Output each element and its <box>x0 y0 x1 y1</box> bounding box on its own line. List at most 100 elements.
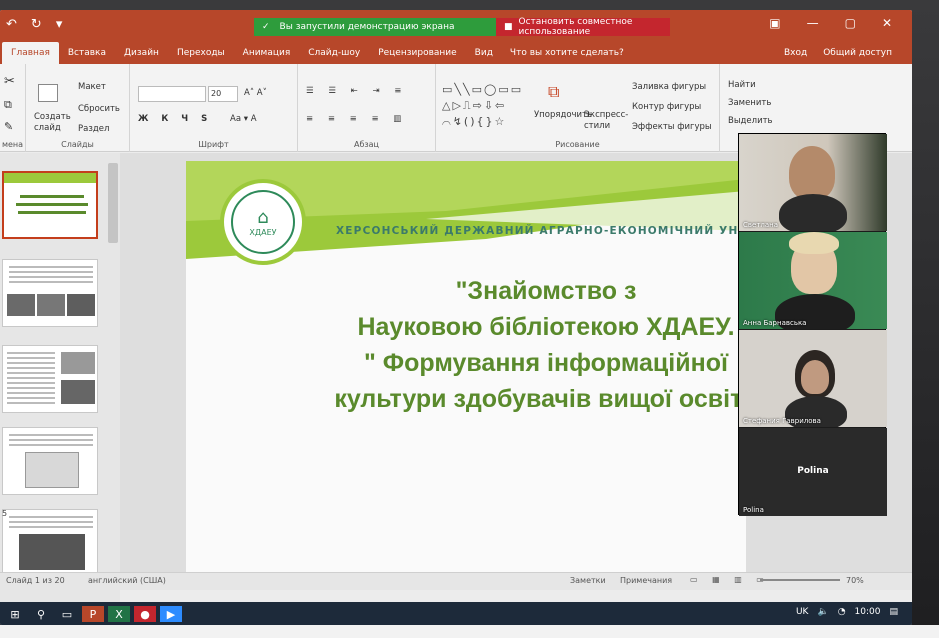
task-view-icon[interactable]: ▭ <box>56 606 78 622</box>
tab-7[interactable]: Вид <box>466 48 502 64</box>
participant-name: Стефания Гаврилова <box>743 417 821 425</box>
zoom-slider[interactable] <box>760 579 840 581</box>
language-status[interactable]: английский (США) <box>88 576 166 585</box>
desk-surface <box>0 625 939 638</box>
slide-thumbnail[interactable] <box>2 345 98 413</box>
title-line: Науковою бібліотекою ХДАЕУ. <box>357 313 735 341</box>
share-status: ✓ Вы запустили демонстрацию экрана <box>254 18 496 36</box>
window-controls: ▣ — ▢ ✕ <box>769 16 892 30</box>
thumbnails-scrollbar[interactable] <box>108 163 118 243</box>
participant-tile[interactable]: Светлана <box>739 134 887 231</box>
shapes-gallery[interactable]: ▭╲╲▭◯▭▭ △▷⎍⇨⇩⇦ ⌒↯(){}☆ <box>442 82 532 130</box>
video-call-panel: Светлана Анна Барнавська Стефания Гаврил… <box>738 133 887 516</box>
shape-effects-button[interactable]: Эффекты фигуры <box>632 122 712 132</box>
zoom-level[interactable]: 70% <box>846 576 864 585</box>
participant-placeholder-name: Polina <box>797 466 829 476</box>
close-button[interactable]: ✕ <box>882 16 892 30</box>
logo-emblem: ⌂ ХДАЕУ <box>231 190 295 254</box>
clock[interactable]: 10:00 <box>855 607 881 617</box>
tab-6[interactable]: Рецензирование <box>369 48 465 64</box>
slide-thumbnail[interactable] <box>2 171 98 239</box>
customize-icon[interactable]: ▾ <box>56 17 77 32</box>
screen-share-banner: ✓ Вы запустили демонстрацию экрана ■ Ост… <box>254 17 670 37</box>
participant-video <box>789 146 835 200</box>
tab-5[interactable]: Слайд-шоу <box>299 48 369 64</box>
list-icons[interactable]: ☰ ☰ ⇤ ⇥ ≡ <box>306 86 407 96</box>
screen: { "titlebar": { "share_started": "Вы зап… <box>0 10 912 625</box>
start-icon[interactable]: ⊞ <box>4 606 26 622</box>
language-indicator[interactable]: UK <box>796 607 809 617</box>
replace-button[interactable]: Заменить <box>728 98 771 108</box>
stop-share-button[interactable]: ■ Остановить совместное использование <box>496 17 670 37</box>
participant-name: Анна Барнавська <box>743 319 807 327</box>
search-icon[interactable]: ⚲ <box>30 606 52 622</box>
clipboard-group: ✂ ⧉ ✎ мена <box>0 64 26 152</box>
paragraph-group: ☰ ☰ ⇤ ⇥ ≡ ≡ ≡ ≡ ≡ ▥ Абзац <box>298 64 436 152</box>
tab-2[interactable]: Дизайн <box>115 48 168 64</box>
ribbon-tabs: Главная Вставка Дизайн Переходы Анимация Слай… <box>0 40 912 64</box>
arrange-icon[interactable]: ⧉ <box>548 82 559 102</box>
quick-styles-button[interactable]: Экспресс-стили <box>584 110 628 132</box>
paragraph-group-label: Абзац <box>353 140 379 149</box>
new-slide-icon[interactable] <box>38 84 58 102</box>
tab-3[interactable]: Переходы <box>168 48 234 64</box>
comments-button[interactable]: Примечания <box>620 576 672 585</box>
tell-me-search[interactable]: Что вы хотите сделать? <box>502 48 624 64</box>
format-painter-icon[interactable]: ✎ <box>4 120 13 133</box>
network-icon[interactable]: ◔ <box>838 607 846 617</box>
slide-title: "Знайомство з Науковою бібліотекою ХДАЕУ… <box>286 273 746 417</box>
notes-button[interactable]: Заметки <box>570 576 606 585</box>
slides-group: Создать слайд Макет Сбросить Раздел Слай… <box>26 64 130 152</box>
notifications-icon[interactable]: ▤ <box>889 607 898 617</box>
view-buttons[interactable]: ▭ ▦ ▥ ▭ <box>690 575 770 584</box>
university-logo: ⌂ ХДАЕУ <box>220 179 306 265</box>
shape-fill-button[interactable]: Заливка фигуры <box>632 82 706 92</box>
university-name: ХЕРСОНСЬКИЙ ДЕРЖАВНИЙ АГРАРНО-ЕКОНОМІЧНИ… <box>336 225 746 237</box>
find-button[interactable]: Найти <box>728 80 756 90</box>
maximize-button[interactable]: ▢ <box>845 16 856 30</box>
font-size-field[interactable]: 20 <box>208 86 238 102</box>
redo-icon[interactable]: ↻ <box>31 17 56 32</box>
share-button[interactable]: Общий доступ <box>823 48 892 58</box>
tab-0[interactable]: Главная <box>2 42 59 64</box>
powerpoint-icon[interactable]: P <box>82 606 104 622</box>
slide-thumbnail[interactable] <box>2 427 98 495</box>
slide-count: Слайд 1 из 20 <box>6 576 65 585</box>
cut-icon[interactable]: ✂ <box>4 74 15 89</box>
tab-4[interactable]: Анимация <box>234 48 300 64</box>
participant-face <box>801 360 829 394</box>
shape-outline-button[interactable]: Контур фигуры <box>632 102 701 112</box>
font-color-icon[interactable]: Aa ▾ A <box>230 114 257 124</box>
layout-button[interactable]: Макет <box>78 82 106 92</box>
slides-group-label: Слайды <box>61 140 94 149</box>
text-format-buttons[interactable]: Ж К Ч S <box>138 114 212 124</box>
align-icons[interactable]: ≡ ≡ ≡ ≡ ▥ <box>306 114 407 124</box>
logo-text: ХДАЕУ <box>249 228 277 237</box>
participant-tile[interactable]: Стефания Гаврилова <box>739 330 887 427</box>
new-slide-button[interactable]: Создать слайд <box>34 112 71 134</box>
minimize-button[interactable]: — <box>807 16 819 30</box>
monitor-bezel: { "titlebar": { "share_started": "Вы зап… <box>0 0 939 638</box>
reset-button[interactable]: Сбросить <box>78 104 120 114</box>
volume-icon[interactable]: 🔈 <box>817 607 828 617</box>
section-button[interactable]: Раздел <box>78 124 109 134</box>
font-name-field[interactable] <box>138 86 206 102</box>
slide-thumbnail[interactable] <box>2 259 98 327</box>
zoom-app-icon[interactable]: ▶ <box>160 606 182 622</box>
font-group: 20 A˄ A˅ Ж К Ч S Aa ▾ A Шрифт <box>130 64 298 152</box>
signin-link[interactable]: Вход <box>784 48 807 58</box>
current-slide[interactable]: ⌂ ХДАЕУ ХЕРСОНСЬКИЙ ДЕРЖАВНИЙ АГРАРНО-ЕК… <box>186 161 746 573</box>
participant-tile[interactable]: Анна Барнавська <box>739 232 887 329</box>
font-group-label: Шрифт <box>198 140 229 149</box>
copy-icon[interactable]: ⧉ <box>4 98 12 112</box>
app-icon[interactable]: ● <box>134 606 156 622</box>
ribbon-display-icon[interactable]: ▣ <box>769 16 780 30</box>
slide-thumbnail[interactable] <box>2 509 98 577</box>
grow-font-icon[interactable]: A˄ A˅ <box>244 88 267 98</box>
tab-1[interactable]: Вставка <box>59 48 115 64</box>
select-button[interactable]: Выделить <box>728 116 773 126</box>
undo-icon[interactable]: ↶ <box>6 17 31 32</box>
slide-number: 5 <box>2 509 8 518</box>
participant-tile[interactable]: Polina Polina <box>739 428 887 516</box>
excel-icon[interactable]: X <box>108 606 130 622</box>
